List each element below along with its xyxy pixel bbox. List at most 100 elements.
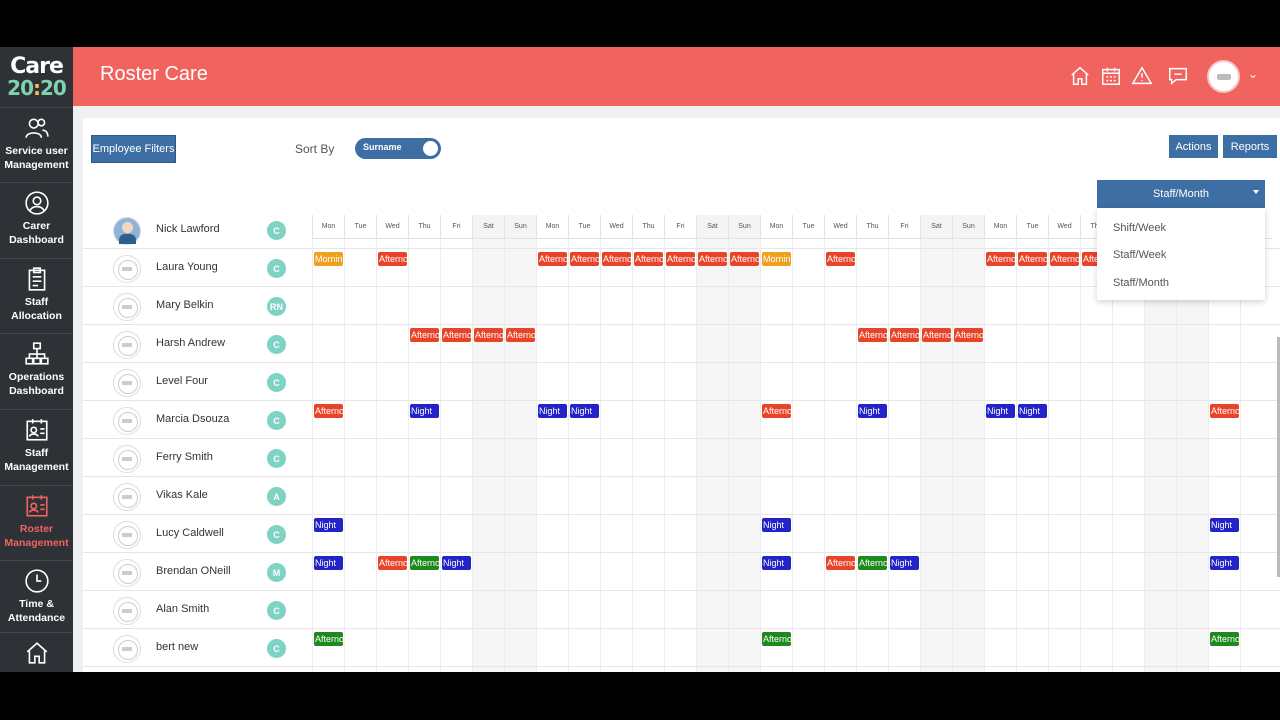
sidebar-item-roster-management[interactable]: Roster Management bbox=[0, 485, 73, 560]
shift-chip[interactable]: Night bbox=[890, 556, 919, 570]
option-shift-week[interactable]: Shift/Week bbox=[1113, 222, 1166, 234]
page-title: Roster Care bbox=[100, 63, 208, 85]
staff-name[interactable]: Alan Smith bbox=[156, 603, 209, 615]
shift-chip[interactable]: Morning bbox=[314, 252, 343, 266]
shift-chip[interactable]: Afternoon bbox=[378, 252, 407, 266]
shift-chip[interactable]: Afternoon bbox=[602, 252, 631, 266]
sidebar-item-service-user-management[interactable]: Service user Management bbox=[0, 107, 73, 182]
sort-toggle[interactable]: Surname bbox=[355, 138, 441, 159]
staff-row[interactable]: Marcia Dsouza C bbox=[83, 401, 1280, 439]
sidebar-item-home[interactable] bbox=[0, 632, 73, 672]
user-avatar[interactable] bbox=[1207, 60, 1240, 93]
staff-avatar bbox=[113, 483, 141, 511]
staff-name[interactable]: bert new bbox=[156, 641, 198, 653]
staff-name[interactable]: Harsh Andrew bbox=[156, 337, 225, 349]
shift-chip[interactable]: Afternoon bbox=[666, 252, 695, 266]
home-icon bbox=[26, 642, 47, 664]
shift-chip[interactable]: Afternoon bbox=[858, 328, 887, 342]
actions-button[interactable]: Actions bbox=[1169, 135, 1218, 158]
shift-chip[interactable]: Afternoon bbox=[634, 252, 663, 266]
shift-chip[interactable]: Night bbox=[762, 556, 791, 570]
staff-name[interactable]: Lucy Caldwell bbox=[156, 527, 224, 539]
staff-name[interactable]: Vikas Kale bbox=[156, 489, 208, 501]
staff-row[interactable]: Brendan ONeill M bbox=[83, 553, 1280, 591]
shift-chip[interactable]: Afternoon bbox=[698, 252, 727, 266]
staff-name[interactable]: Nick Lawford bbox=[156, 223, 220, 235]
option-staff-week[interactable]: Staff/Week bbox=[1113, 249, 1166, 261]
shift-chip[interactable]: Night bbox=[442, 556, 471, 570]
shift-chip[interactable]: Night bbox=[314, 556, 343, 570]
view-select[interactable]: Staff/Month bbox=[1097, 180, 1265, 208]
shift-chip[interactable]: Afternoon bbox=[762, 404, 791, 418]
shift-chip[interactable]: Afternoon bbox=[826, 556, 855, 570]
sidebar-item-staff-management[interactable]: Staff Management bbox=[0, 409, 73, 484]
shift-chip[interactable]: Afternoon bbox=[890, 328, 919, 342]
alert-icon[interactable] bbox=[1131, 65, 1153, 87]
sidebar-item-staff-allocation[interactable]: Staff Allocation bbox=[0, 258, 73, 333]
staff-row[interactable]: Ferry Smith C bbox=[83, 439, 1280, 477]
shift-chip[interactable]: Afternoon bbox=[922, 328, 951, 342]
care2020-logo[interactable]: Care 20:20 bbox=[0, 47, 73, 107]
logo-line1: Care bbox=[10, 54, 64, 79]
shift-chip[interactable]: Afternoon bbox=[730, 252, 759, 266]
staff-name[interactable]: Mary Belkin bbox=[156, 299, 213, 311]
staff-row[interactable]: Alan Smith C bbox=[83, 591, 1280, 629]
staff-row[interactable]: Harsh Andrew C bbox=[83, 325, 1280, 363]
shift-chip[interactable]: Night bbox=[538, 404, 567, 418]
staff-name[interactable]: Ferry Smith bbox=[156, 451, 213, 463]
chevron-down-icon[interactable]: ⌄ bbox=[1248, 67, 1258, 81]
id-card-icon bbox=[25, 419, 48, 441]
shift-chip[interactable]: Afternoon bbox=[442, 328, 471, 342]
shift-chip[interactable]: Night bbox=[410, 404, 439, 418]
staff-row[interactable]: Vikas Kale A bbox=[83, 477, 1280, 515]
shift-chip[interactable]: Night bbox=[1210, 518, 1239, 532]
sidebar-item-label: Staff Management bbox=[4, 447, 69, 473]
staff-name[interactable]: Laura Young bbox=[156, 261, 218, 273]
shift-chip[interactable]: Night bbox=[1210, 556, 1239, 570]
shift-chip[interactable]: Night bbox=[1018, 404, 1047, 418]
calendar-icon[interactable] bbox=[1100, 65, 1122, 87]
role-badge: C bbox=[267, 335, 286, 354]
shift-chip[interactable]: Night bbox=[762, 518, 791, 532]
message-icon[interactable] bbox=[1167, 65, 1189, 87]
shift-chip[interactable]: Afternoon bbox=[762, 632, 791, 646]
sidebar-item-operations-dashboard[interactable]: Operations Dashboard bbox=[0, 333, 73, 408]
shift-chip[interactable]: Afternoon bbox=[826, 252, 855, 266]
shift-chip[interactable]: Afternoon bbox=[378, 556, 407, 570]
shift-chip[interactable]: Afternoon bbox=[506, 328, 535, 342]
sidebar-item-carer-dashboard[interactable]: Carer Dashboard bbox=[0, 182, 73, 257]
staff-name[interactable]: Marcia Dsouza bbox=[156, 413, 229, 425]
staff-row[interactable]: Lucy Caldwell C bbox=[83, 515, 1280, 553]
shift-chip[interactable]: Afternoon bbox=[474, 328, 503, 342]
shift-chip[interactable]: Night bbox=[570, 404, 599, 418]
shift-chip[interactable]: Afternoon bbox=[1050, 252, 1079, 266]
shift-chip[interactable]: Afternoon bbox=[858, 556, 887, 570]
staff-row[interactable]: Level Four C bbox=[83, 363, 1280, 401]
staff-avatar bbox=[113, 293, 141, 321]
shift-chip[interactable]: Afternoon bbox=[986, 252, 1015, 266]
shift-chip[interactable]: Afternoon bbox=[954, 328, 983, 342]
staff-name[interactable]: Brendan ONeill bbox=[156, 565, 231, 577]
employee-filters-button[interactable]: Employee Filters bbox=[91, 135, 176, 163]
app-window: Care 20:20 Service user Management Carer … bbox=[0, 47, 1280, 672]
staff-name[interactable]: Level Four bbox=[156, 375, 208, 387]
shift-chip[interactable]: Afternoon bbox=[314, 404, 343, 418]
shift-chip[interactable]: Afternoon bbox=[1018, 252, 1047, 266]
shift-chip[interactable]: Night bbox=[986, 404, 1015, 418]
shift-chip[interactable]: Afternoon bbox=[1210, 632, 1239, 646]
shift-chip[interactable]: Night bbox=[314, 518, 343, 532]
shift-chip[interactable]: Morning bbox=[762, 252, 791, 266]
shift-chip[interactable]: Afternoon bbox=[570, 252, 599, 266]
shift-chip[interactable]: Afternoon bbox=[410, 556, 439, 570]
shift-chip[interactable]: Afternoon bbox=[314, 632, 343, 646]
sidebar-item-time-attendance[interactable]: Time & Attendance bbox=[0, 560, 73, 635]
staff-row[interactable]: bert new C bbox=[83, 629, 1280, 667]
logo-line2: 20:20 bbox=[7, 76, 67, 100]
home-icon[interactable] bbox=[1069, 65, 1091, 87]
shift-chip[interactable]: Night bbox=[858, 404, 887, 418]
shift-chip[interactable]: Afternoon bbox=[1210, 404, 1239, 418]
option-staff-month[interactable]: Staff/Month bbox=[1113, 277, 1169, 289]
shift-chip[interactable]: Afternoon bbox=[410, 328, 439, 342]
reports-button[interactable]: Reports bbox=[1223, 135, 1277, 158]
shift-chip[interactable]: Afternoon bbox=[538, 252, 567, 266]
